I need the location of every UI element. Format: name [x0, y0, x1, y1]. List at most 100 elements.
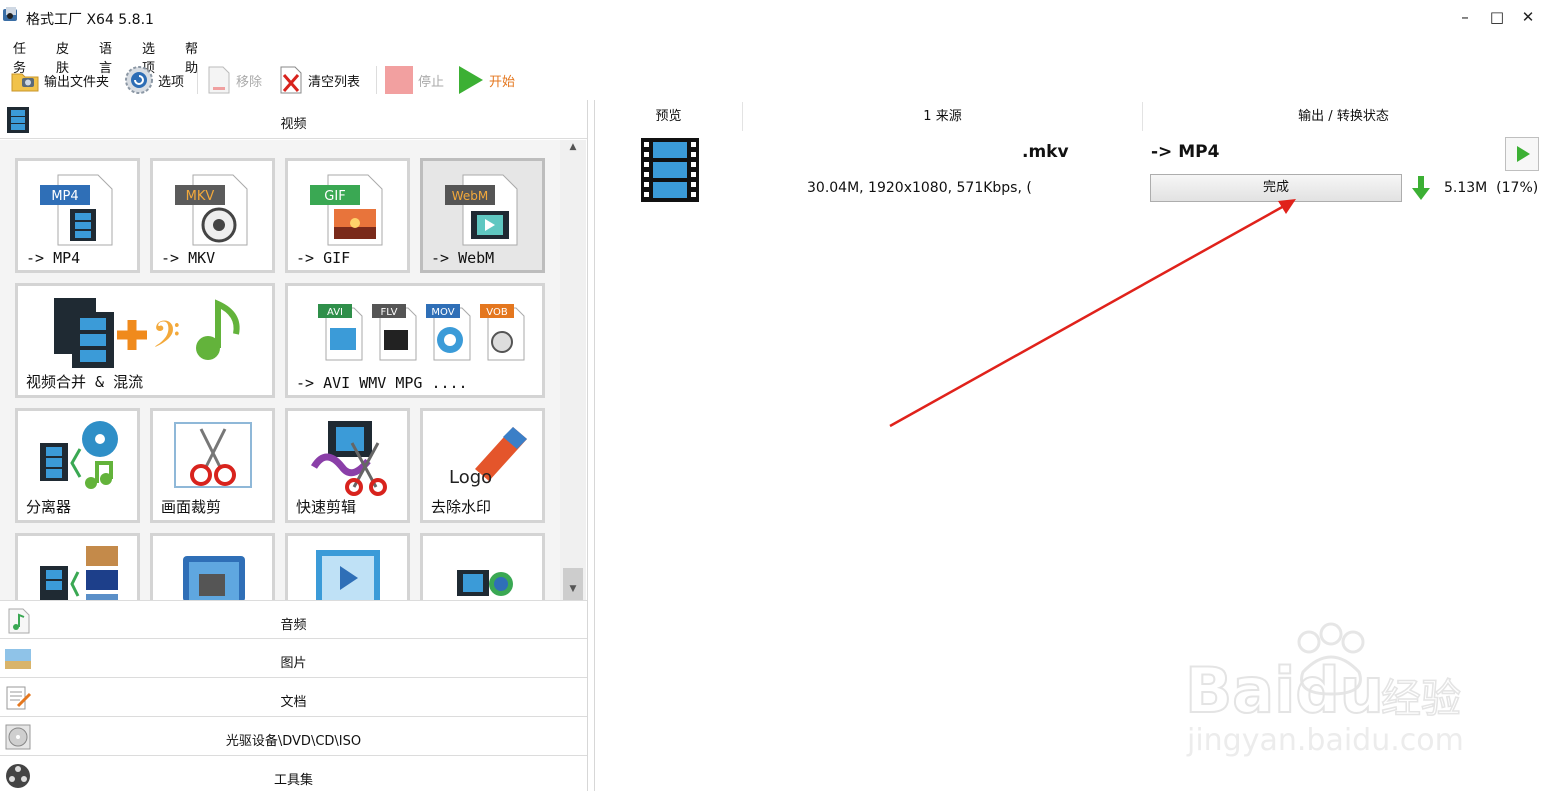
- clear-list-label: 清空列表: [308, 74, 361, 90]
- toolbar-separator: [376, 66, 377, 94]
- title-bar: 格式工厂 X64 5.8.1 – □ ✕: [0, 0, 1543, 34]
- options-label: 选项: [158, 74, 185, 90]
- stop-icon: [385, 66, 413, 94]
- gif-badge: GIF: [324, 189, 345, 204]
- app-icon: [3, 7, 17, 21]
- tile-to-webm-label: -> WebM: [431, 249, 495, 267]
- video-play-icon: [316, 550, 380, 600]
- category-document[interactable]: 文档: [0, 678, 587, 717]
- tile-video-download[interactable]: [420, 533, 545, 600]
- category-audio[interactable]: 音频: [0, 600, 587, 639]
- mkv-file-icon: MKV: [175, 174, 248, 246]
- source-file-name: .mkv: [1022, 142, 1069, 162]
- options-button[interactable]: 选项: [124, 64, 184, 96]
- category-tools[interactable]: 工具集: [0, 756, 587, 791]
- clear-list-icon: [280, 66, 302, 94]
- tile-to-mp4[interactable]: MP4 -> MP4: [15, 158, 140, 273]
- svg-text:AVI: AVI: [327, 307, 343, 318]
- scroll-down-arrow-icon[interactable]: ▼: [567, 584, 579, 596]
- screen-record-icon: [183, 556, 245, 600]
- tile-to-gif[interactable]: GIF -> GIF: [285, 158, 410, 273]
- start-play-icon: [459, 66, 483, 94]
- start-label: 开始: [489, 74, 516, 90]
- tile-splitter[interactable]: 分离器: [15, 408, 140, 523]
- toolbar: 输出文件夹 选项 移除 清空列表 停止 开始: [0, 60, 1543, 100]
- window-title: 格式工厂 X64 5.8.1: [26, 12, 154, 28]
- category-image-label: 图片: [280, 656, 307, 671]
- category-audio-label: 音频: [280, 618, 307, 633]
- minimize-button[interactable]: –: [1450, 6, 1480, 28]
- tile-remove-watermark-label: 去除水印: [431, 498, 492, 516]
- category-panel: 视频 MP4 -> MP4 MKV -> MKV GIF -> GIF WebM…: [0, 100, 588, 791]
- quick-clip-icon: [310, 421, 387, 496]
- tile-crop[interactable]: 画面裁剪: [150, 408, 275, 523]
- category-tools-label: 工具集: [273, 773, 313, 788]
- svg-text:经验: 经验: [1381, 676, 1461, 722]
- svg-text:jingyan.baidu.com: jingyan.baidu.com: [1186, 723, 1464, 758]
- toolbar-separator: [197, 66, 198, 94]
- tile-screen-record[interactable]: [150, 533, 275, 600]
- video-download-icon: [457, 570, 513, 596]
- tile-to-mp4-label: -> MP4: [26, 249, 81, 267]
- maximize-button[interactable]: □: [1482, 6, 1512, 28]
- svg-text:FLV: FLV: [380, 307, 397, 318]
- source-file-info: 30.04M, 1920x1080, 571Kbps, (: [807, 180, 1032, 196]
- play-output-button[interactable]: [1505, 137, 1539, 171]
- svg-text:MOV: MOV: [431, 307, 454, 318]
- crop-scissors-icon: [174, 422, 252, 488]
- remove-icon: [208, 66, 230, 94]
- tile-video-player[interactable]: [285, 533, 410, 600]
- size-reduction-down-arrow-icon: [1412, 176, 1430, 200]
- tile-to-mkv-label: -> MKV: [161, 249, 216, 267]
- options-gear-icon: [125, 66, 153, 94]
- output-format: -> MP4: [1151, 142, 1220, 162]
- start-button[interactable]: 开始: [457, 64, 515, 96]
- task-row[interactable]: .mkv 30.04M, 1920x1080, 571Kbps, ( -> MP…: [595, 134, 1543, 210]
- clear-list-button[interactable]: 清空列表: [278, 64, 360, 96]
- svg-text:Baidu: Baidu: [1185, 654, 1384, 727]
- mkv-badge: MKV: [186, 189, 215, 204]
- output-size: 5.13M (17%): [1444, 180, 1539, 196]
- svg-text:VOB: VOB: [486, 307, 508, 318]
- category-video-label: 视频: [280, 117, 307, 132]
- tile-other-formats[interactable]: AVI FLV MOV VOB -> AVI WMV MPG ....: [285, 283, 545, 398]
- category-disc[interactable]: 光驱设备\DVD\CD\ISO: [0, 717, 587, 756]
- tile-quick-clip[interactable]: 快速剪辑: [285, 408, 410, 523]
- format-factory-window: 格式工厂 X64 5.8.1 – □ ✕ 任务 皮肤 语言 选项 帮助 输出文件…: [0, 0, 1543, 791]
- column-preview[interactable]: 预览: [595, 102, 743, 131]
- video-to-images-icon: [40, 546, 118, 600]
- tile-quick-clip-label: 快速剪辑: [296, 498, 357, 516]
- stop-button[interactable]: 停止: [384, 64, 444, 96]
- other-formats-icons: AVI FLV MOV VOB: [318, 304, 525, 361]
- tile-scrollbar[interactable]: ▲ ▼: [560, 140, 586, 620]
- tile-to-webm[interactable]: WebM -> WebM: [420, 158, 545, 273]
- logo-text: Logo: [449, 467, 492, 488]
- tile-video-merge-label: 视频合并 & 混流: [26, 373, 144, 391]
- merge-video-audio-icon: 𝄢: [54, 298, 240, 368]
- tile-video-merge[interactable]: 𝄢 视频合并 & 混流: [15, 283, 275, 398]
- tile-video-to-images[interactable]: [15, 533, 140, 600]
- webm-file-icon: WebM: [445, 174, 518, 246]
- task-list-header: 预览 1 来源 输出 / 转换状态: [595, 102, 1543, 131]
- output-folder-button[interactable]: 输出文件夹: [10, 64, 109, 96]
- webm-badge: WebM: [452, 189, 489, 203]
- stop-label: 停止: [418, 74, 445, 90]
- tile-remove-watermark[interactable]: Logo 去除水印: [420, 408, 545, 523]
- scroll-up-arrow-icon[interactable]: ▲: [567, 142, 579, 154]
- baidu-watermark: Baidu 经验 jingyan.baidu.com: [1184, 622, 1464, 758]
- mp4-file-icon: MP4: [40, 174, 113, 246]
- close-button[interactable]: ✕: [1513, 6, 1543, 28]
- svg-text:𝄢: 𝄢: [152, 314, 180, 365]
- splitter-icon: [40, 421, 118, 489]
- category-video[interactable]: 视频: [0, 100, 587, 139]
- remove-label: 移除: [236, 74, 263, 90]
- category-image[interactable]: 图片: [0, 639, 587, 678]
- remove-button[interactable]: 移除: [206, 64, 262, 96]
- tile-to-mkv[interactable]: MKV -> MKV: [150, 158, 275, 273]
- column-source[interactable]: 1 来源: [743, 102, 1143, 131]
- tile-other-formats-label: -> AVI WMV MPG ....: [296, 374, 468, 392]
- status-done-button[interactable]: 完成: [1150, 174, 1402, 202]
- tile-crop-label: 画面裁剪: [161, 498, 222, 516]
- column-output-status[interactable]: 输出 / 转换状态: [1143, 102, 1543, 131]
- gif-file-icon: GIF: [310, 174, 383, 246]
